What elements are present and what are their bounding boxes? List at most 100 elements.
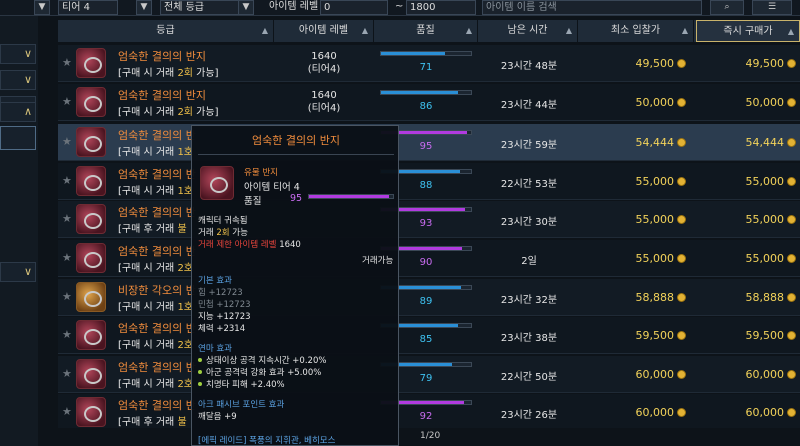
search-button[interactable]: ⌕ [710,0,744,15]
tier-select[interactable]: 티어 4 [58,0,118,15]
tooltip-ark-title: 아크 패시브 포인트 효과 [198,400,285,410]
buy-now-price[interactable]: 50,000 [696,96,796,109]
tooltip-base-int: 지능 +12723 [198,312,251,322]
tooltip-tradeable: 거래가능 [362,256,394,266]
options-button[interactable]: ☰ [752,0,792,15]
favorite-star-icon[interactable]: ★ [62,405,72,418]
table-row[interactable]: ★ 엄숙한 결의의 반 [구매 시 거래 1호 95 23시간 59분 54,444 54,… [58,124,800,161]
ring-icon [76,282,106,312]
column-item-level[interactable]: 아이템 레벨 ▲ [274,20,374,42]
grade-select[interactable]: 전체 등급 [160,0,242,15]
favorite-star-icon[interactable]: ★ [62,135,72,148]
min-bid-price: 58,888 [578,291,686,304]
time-left: 23시간 38분 [500,333,558,344]
tooltip-quality-label: 품질 [244,196,262,207]
gold-coin-icon [787,370,796,379]
sidebar-dropdown-4[interactable]: ∧ [0,102,36,122]
gold-coin-icon [677,59,686,68]
search-input[interactable]: 아이템 이름 검색 [482,0,702,15]
gold-coin-icon [677,98,686,107]
sidebar-dropdown-5[interactable]: ∨ [0,262,36,282]
chevron-down-icon[interactable]: ▼ [34,0,50,15]
chevron-down-icon: ∨ [23,265,32,278]
ring-icon [76,87,106,117]
sort-icon: ▲ [261,26,268,35]
trade-info: [구매 시 거래 1호 [118,147,193,158]
table-row[interactable]: ★ 엄숙한 결의의 반지 [구매 시 거래 2회 가능] 1640 (티어4) 86 23시… [58,84,800,121]
level-max-input[interactable]: 1800 [406,0,476,15]
gold-coin-icon [787,331,796,340]
gold-coin-icon [677,254,686,263]
min-bid-price: 60,000 [578,368,686,381]
favorite-star-icon[interactable]: ★ [62,212,72,225]
favorite-star-icon[interactable]: ★ [62,367,72,380]
ring-icon [200,166,234,200]
buy-now-price[interactable]: 55,000 [696,175,796,188]
buy-now-price[interactable]: 55,000 [696,252,796,265]
column-buy-now[interactable]: 즉시 구매가 ▲ [696,20,800,42]
buy-now-price[interactable]: 58,888 [696,291,796,304]
column-quality[interactable]: 품질 ▲ [374,20,478,42]
table-row[interactable]: ★ 엄숙한 결의의 반 [구매 후 거래 불 93 23시간 30분 55,000 55,0… [58,201,800,238]
tooltip-refine-title: 연마 효과 [198,344,232,354]
ring-icon [76,359,106,389]
time-left: 23시간 44분 [500,100,558,111]
time-left: 23시간 30분 [500,217,558,228]
table-row[interactable]: ★ 엄숙한 결의의 반 [구매 시 거래 2호 85 23시간 38분 59,500 59,… [58,317,800,354]
item-name: 엄숙한 결의의 반 [118,245,196,258]
table-row[interactable]: ★ 엄숙한 결의의 반 [구매 시 거래 1호 88 22시간 53분 55,000 55,… [58,163,800,200]
table-row[interactable]: ★ 엄숙한 결의의 반 [구매 시 거래 2호 90 2일 55,000 55,000 [58,240,800,277]
table-row[interactable]: ★ 엄숙한 결의의 반 [구매 시 거래 2호 79 22시간 50분 60,000 60,… [58,356,800,393]
trade-info: [구매 시 거래 1호 [118,186,193,197]
buy-now-price[interactable]: 60,000 [696,406,796,419]
column-grade[interactable]: 등급 ▲ [58,20,274,42]
item-name: 엄숙한 결의의 반지 [118,50,206,63]
filter-bar: ▼ 티어 4 ▼ 전체 등급 ▼ 아이템 레벨 0 ~ 1800 아이템 이름 … [0,0,800,16]
trade-info: [구매 시 거래 2회 가능] [118,107,219,118]
sidebar-selected-input[interactable] [0,126,36,150]
min-bid-price: 55,000 [578,213,686,226]
tooltip-tier: 아이템 티어 4 [244,182,300,193]
table-row[interactable]: ★ 비장한 각오의 반 [구매 시 거래 1호 89 23시간 32분 58,888 58,… [58,279,800,316]
item-name: 엄숙한 결의의 반 [118,168,196,181]
table-row[interactable]: ★ 엄숙한 결의의 반 [구매 후 거래 불 92 23시간 26분 60,000 60,0… [58,394,800,431]
item-name: 엄숙한 결의의 반지 [118,89,206,102]
sidebar-dropdown-2[interactable]: ∨ [0,70,36,90]
time-left: 2일 [521,256,537,267]
column-time-left[interactable]: 남은 시간 ▲ [478,20,578,42]
gold-coin-icon [677,215,686,224]
favorite-star-icon[interactable]: ★ [62,290,72,303]
tooltip-refine-3: 치명타 피해 +2.40% [198,378,285,390]
chevron-down-icon[interactable]: ▼ [136,0,152,15]
ring-icon [76,127,106,157]
buy-now-price[interactable]: 55,000 [696,213,796,226]
ring-icon [76,48,106,78]
chevron-down-icon[interactable]: ▼ [238,0,254,15]
buy-now-price[interactable]: 60,000 [696,368,796,381]
time-left: 23시간 32분 [500,295,558,306]
tooltip-title: 엄숙한 결의의 반지 [252,134,340,147]
column-min-bid[interactable]: 최소 입찰가 ▲ [578,20,694,42]
time-left: 23시간 59분 [500,140,558,151]
buy-now-price[interactable]: 54,444 [696,136,796,149]
sidebar-dropdown-1[interactable]: ∨ [0,44,36,64]
buy-now-price[interactable]: 49,500 [696,57,796,70]
tooltip-trade-limit: 거래 제한 아이템 레벨 1640 [198,240,301,250]
favorite-star-icon[interactable]: ★ [62,95,72,108]
buy-now-price[interactable]: 59,500 [696,329,796,342]
favorite-star-icon[interactable]: ★ [62,328,72,341]
item-tooltip: 엄숙한 결의의 반지 유물 반지 아이템 티어 4 품질 95 캐릭터 귀속됨 … [191,125,399,446]
tooltip-refine-1: 상태이상 공격 지속시간 +0.20% [198,354,326,366]
gold-coin-icon [787,254,796,263]
ring-icon [76,204,106,234]
favorite-star-icon[interactable]: ★ [62,251,72,264]
table-row[interactable]: ★ 엄숙한 결의의 반지 [구매 시 거래 2회 가능] 1640 (티어4) 71 23시… [58,45,800,82]
min-bid-price: 60,000 [578,406,686,419]
min-bid-price: 54,444 [578,136,686,149]
level-separator: ~ [395,1,404,12]
favorite-star-icon[interactable]: ★ [62,174,72,187]
sort-icon: ▲ [565,26,572,35]
favorite-star-icon[interactable]: ★ [62,56,72,69]
level-min-input[interactable]: 0 [320,0,388,15]
gold-coin-icon [677,331,686,340]
